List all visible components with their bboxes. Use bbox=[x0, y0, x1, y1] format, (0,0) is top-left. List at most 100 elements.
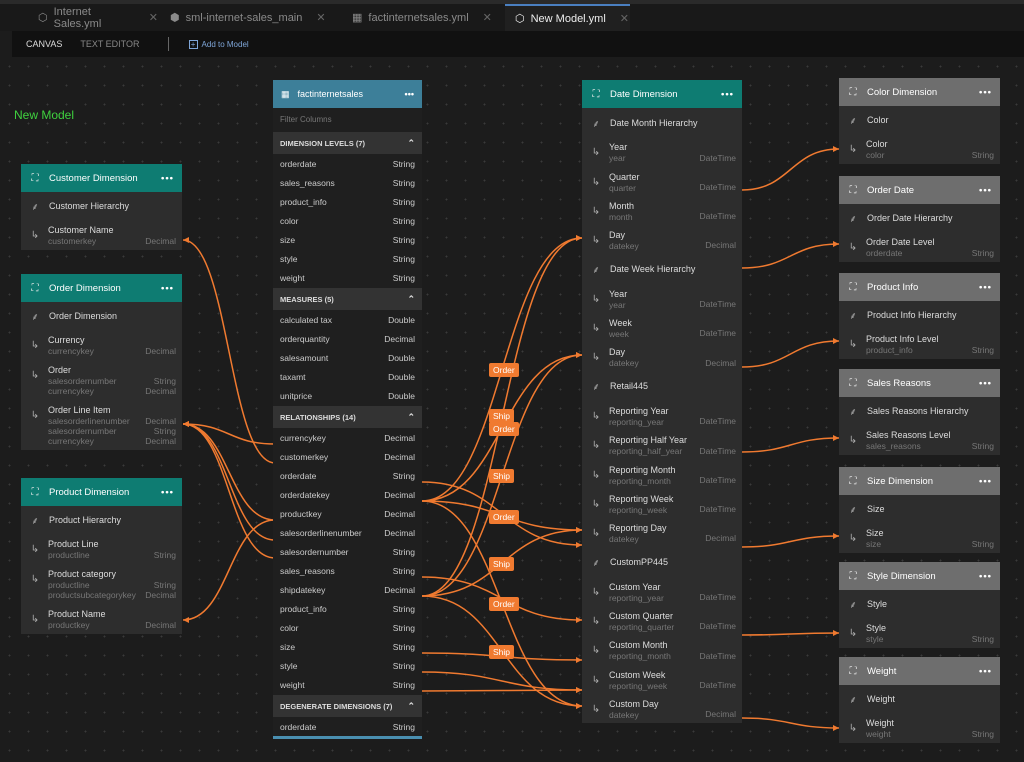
dimension-card[interactable]: ⛶Product Dimension•••⸙Product Hierarchy↳… bbox=[21, 478, 182, 634]
more-options-icon[interactable]: ••• bbox=[161, 283, 174, 294]
dimension-card[interactable]: ⛶Date Dimension•••⸙Date Month Hierarchy↳… bbox=[582, 80, 742, 723]
relationship-label[interactable]: Ship bbox=[489, 409, 514, 423]
dimension-card[interactable]: ⛶Size Dimension•••⸙Size↳SizesizeString bbox=[839, 467, 1000, 553]
column-row[interactable]: sizeString bbox=[273, 230, 422, 249]
fact-header[interactable]: ▦factinternetsales••• bbox=[273, 80, 422, 108]
column-row[interactable]: customerkeyDecimal bbox=[273, 447, 422, 466]
hierarchy-row[interactable]: ⸙Product Info Hierarchy bbox=[839, 301, 1000, 329]
card-header[interactable]: ⛶Order Dimension••• bbox=[21, 274, 182, 302]
level-row[interactable]: ↳CurrencycurrencykeyDecimal bbox=[21, 330, 182, 360]
tab-1[interactable]: ⬢sml-internet-sales_main✕ bbox=[160, 4, 330, 31]
column-row[interactable]: orderdateString bbox=[273, 154, 422, 173]
level-row[interactable]: ↳Product LineproductlineString bbox=[21, 534, 182, 564]
card-header[interactable]: ⛶Style Dimension••• bbox=[839, 562, 1000, 590]
column-row[interactable]: orderdateString bbox=[273, 466, 422, 485]
column-row[interactable]: sales_reasonsString bbox=[273, 173, 422, 192]
close-icon[interactable]: ✕ bbox=[149, 11, 158, 24]
level-row[interactable]: ↳Custom Yearreporting_yearDateTime bbox=[582, 577, 742, 606]
level-row[interactable]: ↳WeekweekDateTime bbox=[582, 313, 742, 342]
column-row[interactable]: salesorderlinenumberDecimal bbox=[273, 523, 422, 542]
section-header[interactable]: RELATIONSHIPS (14)⌃ bbox=[273, 406, 422, 428]
more-options-icon[interactable]: ••• bbox=[979, 87, 992, 98]
hierarchy-row[interactable]: ⸙CustomPP445 bbox=[582, 547, 742, 576]
level-row[interactable]: ↳Reporting Monthreporting_monthDateTime bbox=[582, 460, 742, 489]
hierarchy-row[interactable]: ⸙Style bbox=[839, 590, 1000, 618]
text-editor-tab[interactable]: TEXT EDITOR bbox=[80, 39, 139, 49]
level-row[interactable]: ↳Custom Quarterreporting_quarterDateTime bbox=[582, 606, 742, 635]
dimension-card[interactable]: ⛶Product Info•••⸙Product Info Hierarchy↳… bbox=[839, 273, 1000, 359]
level-row[interactable]: ↳DaydatekeyDecimal bbox=[582, 342, 742, 371]
column-row[interactable]: salesordernumberString bbox=[273, 542, 422, 561]
hierarchy-row[interactable]: ⸙Color bbox=[839, 106, 1000, 134]
column-row[interactable]: weightString bbox=[273, 675, 422, 694]
dimension-card[interactable]: ⛶Weight•••⸙Weight↳WeightweightString bbox=[839, 657, 1000, 743]
level-row[interactable]: ↳Reporting Weekreporting_weekDateTime bbox=[582, 489, 742, 518]
hierarchy-row[interactable]: ⸙Date Week Hierarchy bbox=[582, 254, 742, 283]
column-row[interactable]: styleString bbox=[273, 656, 422, 675]
more-options-icon[interactable]: ••• bbox=[721, 89, 734, 100]
column-row[interactable]: colorString bbox=[273, 618, 422, 637]
more-options-icon[interactable]: ••• bbox=[161, 173, 174, 184]
level-row[interactable]: ↳Custom Weekreporting_weekDateTime bbox=[582, 665, 742, 694]
level-row[interactable]: ↳Custom DaydatekeyDecimal bbox=[582, 694, 742, 723]
close-icon[interactable]: ✕ bbox=[483, 11, 492, 24]
hierarchy-row[interactable]: ⸙Date Month Hierarchy bbox=[582, 108, 742, 137]
fact-table-card[interactable]: ▦factinternetsales••• Filter ColumnsDIME… bbox=[273, 80, 422, 739]
hierarchy-row[interactable]: ⸙Weight bbox=[839, 685, 1000, 713]
more-options-icon[interactable]: ••• bbox=[979, 571, 992, 582]
hierarchy-row[interactable]: ⸙Size bbox=[839, 495, 1000, 523]
column-row[interactable]: orderquantityDecimal bbox=[273, 329, 422, 348]
add-to-model-button[interactable]: +Add to Model bbox=[189, 40, 249, 49]
dimension-card[interactable]: ⛶Customer Dimension•••⸙Customer Hierarch… bbox=[21, 164, 182, 250]
chevron-up-icon[interactable]: ⌃ bbox=[407, 701, 415, 712]
column-row[interactable]: sales_reasonsString bbox=[273, 561, 422, 580]
level-row[interactable]: ↳Reporting DaydatekeyDecimal bbox=[582, 518, 742, 547]
column-row[interactable]: shipdatekeyDecimal bbox=[273, 580, 422, 599]
more-options-icon[interactable]: ••• bbox=[405, 89, 414, 99]
hierarchy-row[interactable]: ⸙Customer Hierarchy bbox=[21, 192, 182, 220]
level-row[interactable]: ↳Customer NamecustomerkeyDecimal bbox=[21, 220, 182, 250]
level-row[interactable]: ↳Reporting Yearreporting_yearDateTime bbox=[582, 401, 742, 430]
hierarchy-row[interactable]: ⸙Retail445 bbox=[582, 372, 742, 401]
level-row[interactable]: ↳ColorcolorString bbox=[839, 134, 1000, 164]
card-header[interactable]: ⛶Color Dimension••• bbox=[839, 78, 1000, 106]
level-row[interactable]: ↳SizesizeString bbox=[839, 523, 1000, 553]
dimension-card[interactable]: ⛶Sales Reasons•••⸙Sales Reasons Hierarch… bbox=[839, 369, 1000, 455]
close-icon[interactable]: ✕ bbox=[316, 11, 325, 24]
level-row[interactable]: ↳Reporting Half Yearreporting_half_yearD… bbox=[582, 430, 742, 459]
card-header[interactable]: ⛶Product Dimension••• bbox=[21, 478, 182, 506]
more-options-icon[interactable]: ••• bbox=[979, 666, 992, 677]
relationship-label[interactable]: Ship bbox=[489, 557, 514, 571]
column-row[interactable]: orderdatekeyDecimal bbox=[273, 485, 422, 504]
section-header[interactable]: MEASURES (5)⌃ bbox=[273, 288, 422, 310]
level-row[interactable]: ↳MonthmonthDateTime bbox=[582, 196, 742, 225]
level-row[interactable]: ↳Sales Reasons Levelsales_reasonsString bbox=[839, 425, 1000, 455]
column-row[interactable]: weightString bbox=[273, 268, 422, 287]
card-header[interactable]: ⛶Customer Dimension••• bbox=[21, 164, 182, 192]
more-options-icon[interactable]: ••• bbox=[979, 185, 992, 196]
tab-3[interactable]: ⬡New Model.yml✕ bbox=[505, 4, 630, 31]
column-row[interactable]: orderdateString bbox=[273, 717, 422, 736]
relationship-label[interactable]: Order bbox=[489, 510, 519, 524]
more-options-icon[interactable]: ••• bbox=[979, 378, 992, 389]
level-row[interactable]: ↳DaydatekeyDecimal bbox=[582, 225, 742, 254]
relationship-label[interactable]: Order bbox=[489, 363, 519, 377]
filter-columns-input[interactable]: Filter Columns bbox=[273, 108, 422, 131]
card-header[interactable]: ⛶Sales Reasons••• bbox=[839, 369, 1000, 397]
level-row[interactable]: ↳StylestyleString bbox=[839, 618, 1000, 648]
level-row[interactable]: ↳Product NameproductkeyDecimal bbox=[21, 604, 182, 634]
column-row[interactable]: unitpriceDouble bbox=[273, 386, 422, 405]
dimension-card[interactable]: ⛶Order Dimension•••⸙Order Dimension↳Curr… bbox=[21, 274, 182, 450]
column-row[interactable]: colorString bbox=[273, 211, 422, 230]
chevron-up-icon[interactable]: ⌃ bbox=[407, 138, 415, 149]
level-row[interactable]: ↳QuarterquarterDateTime bbox=[582, 167, 742, 196]
more-options-icon[interactable]: ••• bbox=[979, 476, 992, 487]
level-row[interactable]: ↳YearyearDateTime bbox=[582, 284, 742, 313]
hierarchy-row[interactable]: ⸙Sales Reasons Hierarchy bbox=[839, 397, 1000, 425]
more-options-icon[interactable]: ••• bbox=[161, 487, 174, 498]
column-row[interactable]: styleString bbox=[273, 249, 422, 268]
section-header[interactable]: DIMENSION LEVELS (7)⌃ bbox=[273, 132, 422, 154]
level-row[interactable]: ↳Order Date LevelorderdateString bbox=[839, 232, 1000, 262]
level-row[interactable]: ↳WeightweightString bbox=[839, 713, 1000, 743]
canvas-tab[interactable]: CANVAS bbox=[26, 39, 62, 49]
